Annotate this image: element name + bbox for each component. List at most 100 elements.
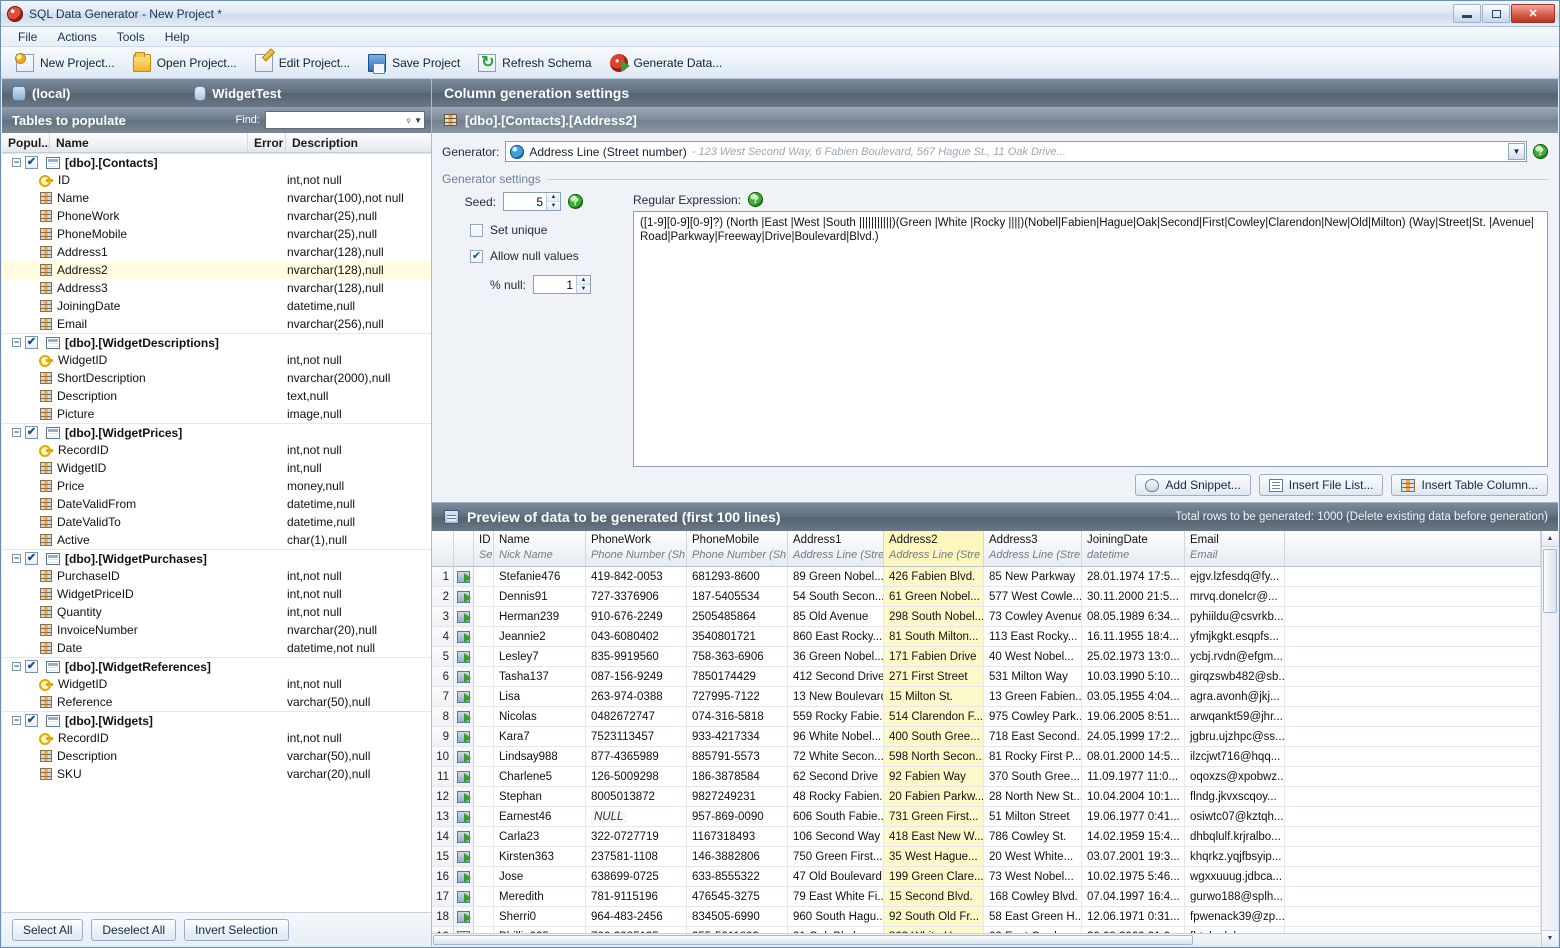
percent-null-input[interactable]: [534, 276, 576, 293]
table-row[interactable]: 8 Nicolas 0482672747 074-316-5818 559 Rocky …: [432, 707, 1541, 727]
tree-column-row[interactable]: Price money,null: [2, 477, 431, 495]
table-row[interactable]: 15 Kirsten363 237581-1108 146-3882806 750 Gr…: [432, 847, 1541, 867]
expander-icon[interactable]: −: [12, 158, 21, 167]
deselect-all-button[interactable]: Deselect All: [91, 918, 177, 941]
percent-null-stepper[interactable]: ▲ ▼: [533, 275, 591, 294]
generator-dropdown[interactable]: Address Line (Street number) - 123 West …: [505, 141, 1527, 162]
invert-selection-button[interactable]: Invert Selection: [184, 918, 289, 941]
preview-column-header-address1[interactable]: Address1 Address Line (Stre: [788, 531, 884, 566]
menu-file[interactable]: File: [9, 28, 46, 46]
table-row[interactable]: 6 Tasha137 087-156-9249 7850174429 412 Secon…: [432, 667, 1541, 687]
scroll-down-icon[interactable]: ▼: [1542, 930, 1558, 946]
set-unique-row[interactable]: Set unique: [460, 223, 617, 237]
preview-column-header-phonemobile[interactable]: PhoneMobile Phone Number (Sh: [687, 531, 788, 566]
allow-null-row[interactable]: Allow null values: [460, 249, 617, 263]
seed-increment-icon[interactable]: ▲: [547, 193, 560, 202]
table-row[interactable]: 9 Kara7 7523113457 933-4217334 96 White Nobe…: [432, 727, 1541, 747]
close-button[interactable]: ✕: [1511, 4, 1555, 23]
search-input[interactable]: [270, 113, 407, 127]
tree-column-row[interactable]: WidgetPriceID int,not null: [2, 585, 431, 603]
expander-icon[interactable]: −: [12, 338, 21, 347]
tree-column-row[interactable]: Description varchar(50),null: [2, 747, 431, 765]
preview-grid[interactable]: ID Se Name Nick Name PhoneWork Phone Number (…: [432, 531, 1541, 946]
menu-tools[interactable]: Tools: [108, 28, 154, 46]
edit-project-button[interactable]: Edit Project...: [250, 50, 359, 76]
tree-column-row[interactable]: Date datetime,not null: [2, 639, 431, 657]
chevron-down-icon[interactable]: ▼: [1508, 143, 1525, 160]
table-row[interactable]: 3 Herman239 910-676-2249 2505485864 85 Old A…: [432, 607, 1541, 627]
tree-column-row[interactable]: Address3 nvarchar(128),null: [2, 279, 431, 297]
tree-column-row[interactable]: SKU varchar(20),null: [2, 765, 431, 783]
expander-icon[interactable]: −: [12, 428, 21, 437]
tree-column-row[interactable]: WidgetID int,not null: [2, 675, 431, 693]
menu-actions[interactable]: Actions: [48, 28, 105, 46]
vertical-scrollbar[interactable]: ▲ ▼: [1541, 531, 1558, 946]
table-row[interactable]: 16 Jose 638699-0725 633-8555322 47 Old Boule…: [432, 867, 1541, 887]
table-row[interactable]: 12 Stephan 8005013872 9827249231 48 Rocky Fa…: [432, 787, 1541, 807]
preview-column-header-email[interactable]: Email Email: [1185, 531, 1285, 566]
find-box[interactable]: ⌕ ▼: [265, 111, 425, 129]
tables-tree[interactable]: − [dbo].[Contacts] ID int,not null Name nvarc…: [2, 153, 431, 912]
expander-icon[interactable]: −: [12, 662, 21, 671]
horizontal-scroll-thumb[interactable]: [433, 935, 1193, 945]
table-checkbox[interactable]: [25, 426, 38, 439]
tree-column-row[interactable]: ShortDescription nvarchar(2000),null: [2, 369, 431, 387]
vertical-scroll-thumb[interactable]: [1543, 549, 1557, 613]
allow-null-checkbox[interactable]: [470, 249, 483, 263]
table-row[interactable]: 18 Sherri0 964-483-2456 834505-6990 960 Sout…: [432, 907, 1541, 927]
tree-column-row[interactable]: RecordID int,not null: [2, 729, 431, 747]
preview-column-header-name[interactable]: Name Nick Name: [494, 531, 586, 566]
column-header-description[interactable]: Description: [286, 133, 431, 152]
tree-table-row[interactable]: − [dbo].[Widgets]: [2, 711, 431, 729]
tree-column-row[interactable]: Address2 nvarchar(128),null: [2, 261, 431, 279]
tree-column-row[interactable]: ID int,not null: [2, 171, 431, 189]
tree-column-row[interactable]: InvoiceNumber nvarchar(20),null: [2, 621, 431, 639]
table-row[interactable]: 11 Charlene5 126-5009298 186-3878584 62 Seco…: [432, 767, 1541, 787]
seed-input[interactable]: [504, 193, 546, 210]
tree-column-row[interactable]: DateValidFrom datetime,null: [2, 495, 431, 513]
select-all-button[interactable]: Select All: [12, 918, 84, 941]
preview-column-header-address3[interactable]: Address3 Address Line (Stre: [984, 531, 1082, 566]
tree-column-row[interactable]: WidgetID int,null: [2, 459, 431, 477]
tree-column-row[interactable]: PurchaseID int,not null: [2, 567, 431, 585]
tree-column-row[interactable]: PhoneMobile nvarchar(25),null: [2, 225, 431, 243]
scroll-up-icon[interactable]: ▲: [1542, 531, 1558, 547]
table-row[interactable]: 10 Lindsay988 877-4365989 885791-5573 72 Whi…: [432, 747, 1541, 767]
preview-column-header-address2[interactable]: Address2 Address Line (Stre: [884, 531, 984, 566]
tree-table-row[interactable]: − [dbo].[WidgetPrices]: [2, 423, 431, 441]
table-row[interactable]: 13 Earnest46 NULL 957-869-0090 606 South Fab…: [432, 807, 1541, 827]
preview-column-header-joiningdate[interactable]: JoiningDate datetime: [1082, 531, 1185, 566]
table-checkbox[interactable]: [25, 156, 38, 169]
preview-column-header-id[interactable]: ID Se: [474, 531, 494, 566]
tree-column-row[interactable]: Active char(1),null: [2, 531, 431, 549]
table-row[interactable]: 1 Stefanie476 419-842-0053 681293-8600 89 Gr…: [432, 567, 1541, 587]
percent-null-spin-buttons[interactable]: ▲ ▼: [576, 276, 590, 293]
expander-icon[interactable]: −: [12, 716, 21, 725]
column-header-name[interactable]: Name: [50, 133, 248, 152]
tree-column-row[interactable]: WidgetID int,not null: [2, 351, 431, 369]
table-checkbox[interactable]: [25, 336, 38, 349]
tree-column-row[interactable]: Reference varchar(50),null: [2, 693, 431, 711]
refresh-schema-button[interactable]: Refresh Schema: [473, 50, 600, 76]
tree-column-row[interactable]: RecordID int,not null: [2, 441, 431, 459]
tree-column-row[interactable]: Address1 nvarchar(128),null: [2, 243, 431, 261]
tree-table-row[interactable]: − [dbo].[Contacts]: [2, 153, 431, 171]
seed-stepper[interactable]: ▲ ▼: [503, 192, 561, 211]
tree-column-row[interactable]: Picture image,null: [2, 405, 431, 423]
minimize-button[interactable]: [1453, 4, 1481, 23]
seed-spin-buttons[interactable]: ▲ ▼: [546, 193, 560, 210]
tree-table-row[interactable]: − [dbo].[WidgetReferences]: [2, 657, 431, 675]
horizontal-scrollbar[interactable]: [432, 933, 1541, 946]
table-checkbox[interactable]: [25, 660, 38, 673]
menu-help[interactable]: Help: [156, 28, 199, 46]
open-project-button[interactable]: Open Project...: [128, 50, 246, 76]
maximize-button[interactable]: [1482, 4, 1510, 23]
preview-column-header-phonework[interactable]: PhoneWork Phone Number (Sh: [586, 531, 687, 566]
regex-input[interactable]: ([1-9][0-9][0-9]?) (North |East |West |S…: [633, 211, 1548, 467]
insert-table-column-button[interactable]: Insert Table Column...: [1391, 474, 1548, 496]
help-icon[interactable]: ?: [1533, 144, 1548, 159]
table-checkbox[interactable]: [25, 552, 38, 565]
percent-null-decrement-icon[interactable]: ▼: [577, 284, 590, 293]
tree-column-row[interactable]: Name nvarchar(100),not null: [2, 189, 431, 207]
new-project-button[interactable]: New Project...: [11, 50, 124, 76]
